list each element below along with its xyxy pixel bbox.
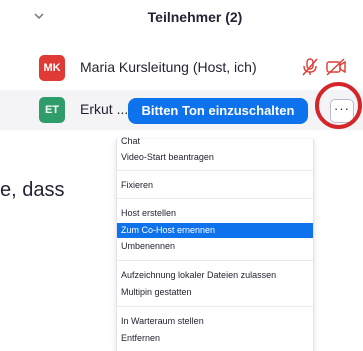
menu-item-chat[interactable]: Chat xyxy=(117,134,313,149)
video-off-icon[interactable] xyxy=(325,58,347,76)
menu-item-pin[interactable]: Fixieren xyxy=(117,178,313,193)
menu-divider xyxy=(117,260,313,261)
menu-divider xyxy=(117,170,313,171)
participants-header: Teilnehmer (2) xyxy=(0,0,363,36)
participant-row-host[interactable]: MK Maria Kursleitung (Host, ich) xyxy=(0,48,363,88)
menu-item-make-host[interactable]: Host erstellen xyxy=(117,206,313,221)
menu-item-rename[interactable]: Umbenennen xyxy=(117,239,313,254)
avatar: ET xyxy=(39,97,65,123)
background-text: e, dass xyxy=(0,179,65,201)
menu-divider xyxy=(117,198,313,199)
menu-item-make-cohost[interactable]: Zum Co-Host ernennen xyxy=(117,223,313,238)
panel-title: Teilnehmer (2) xyxy=(147,9,243,25)
ask-to-unmute-button[interactable]: Bitten Ton einzuschalten xyxy=(128,98,308,124)
avatar: MK xyxy=(39,55,65,81)
participant-name: Erkut ... xyxy=(80,101,129,117)
mic-muted-icon[interactable] xyxy=(300,57,320,77)
menu-item-request-video[interactable]: Video-Start beantragen xyxy=(117,150,313,165)
participant-context-menu: Chat Video-Start beantragen Fixieren Hos… xyxy=(116,136,314,351)
menu-item-waiting-room[interactable]: In Warteraum stellen xyxy=(117,314,313,329)
participant-row-erkut[interactable]: ET Erkut ... Bitten Ton einzuschalten ··… xyxy=(0,90,363,130)
menu-item-allow-multipin[interactable]: Multipin gestatten xyxy=(117,285,313,300)
more-options-button[interactable]: ··· xyxy=(330,99,354,123)
menu-item-allow-local-recording[interactable]: Aufzeichnung lokaler Dateien zulassen xyxy=(117,268,313,283)
participant-name: Maria Kursleitung (Host, ich) xyxy=(80,59,257,75)
chevron-down-icon[interactable] xyxy=(32,9,46,23)
menu-item-remove[interactable]: Entfernen xyxy=(117,331,313,346)
menu-divider xyxy=(117,306,313,307)
